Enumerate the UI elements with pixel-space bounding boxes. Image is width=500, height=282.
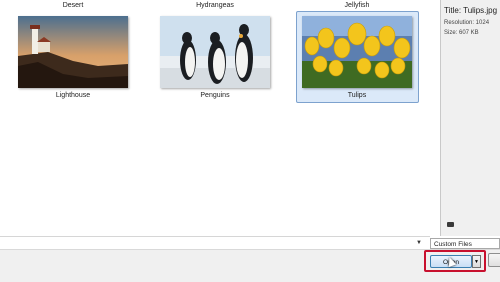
penguins-thumbnail[interactable] bbox=[160, 16, 270, 88]
lighthouse-thumbnail[interactable] bbox=[18, 16, 128, 88]
tulips-thumbnail[interactable] bbox=[302, 16, 412, 88]
cancel-button[interactable] bbox=[488, 253, 500, 267]
pane-scroll-icon[interactable] bbox=[447, 222, 454, 227]
file-thumbnail-view[interactable]: Desert Hydrangeas Jellyfish Lighthouse P… bbox=[0, 0, 440, 236]
file-type-select[interactable]: Custom Files bbox=[430, 238, 500, 249]
file-label-jellyfish[interactable]: Jellyfish bbox=[302, 2, 412, 9]
preview-title: Title: Tulips.jpg bbox=[444, 6, 498, 15]
preview-resolution: Resolution: 1024 bbox=[444, 20, 490, 26]
preview-size: Size: 607 KB bbox=[444, 30, 479, 36]
file-label-hydrangeas[interactable]: Hydrangeas bbox=[160, 2, 270, 9]
file-label-tulips: Tulips bbox=[347, 92, 367, 99]
file-label-lighthouse: Lighthouse bbox=[55, 92, 91, 99]
file-label-penguins: Penguins bbox=[200, 92, 230, 99]
chevron-down-icon[interactable]: ▼ bbox=[416, 240, 422, 246]
file-label-desert[interactable]: Desert bbox=[18, 2, 128, 9]
file-name-bar[interactable]: ▼ bbox=[0, 236, 430, 250]
details-preview-pane: Title: Tulips.jpg Resolution: 1024 Size:… bbox=[440, 0, 500, 236]
open-dropdown-arrow-icon[interactable]: ▼ bbox=[472, 255, 481, 268]
